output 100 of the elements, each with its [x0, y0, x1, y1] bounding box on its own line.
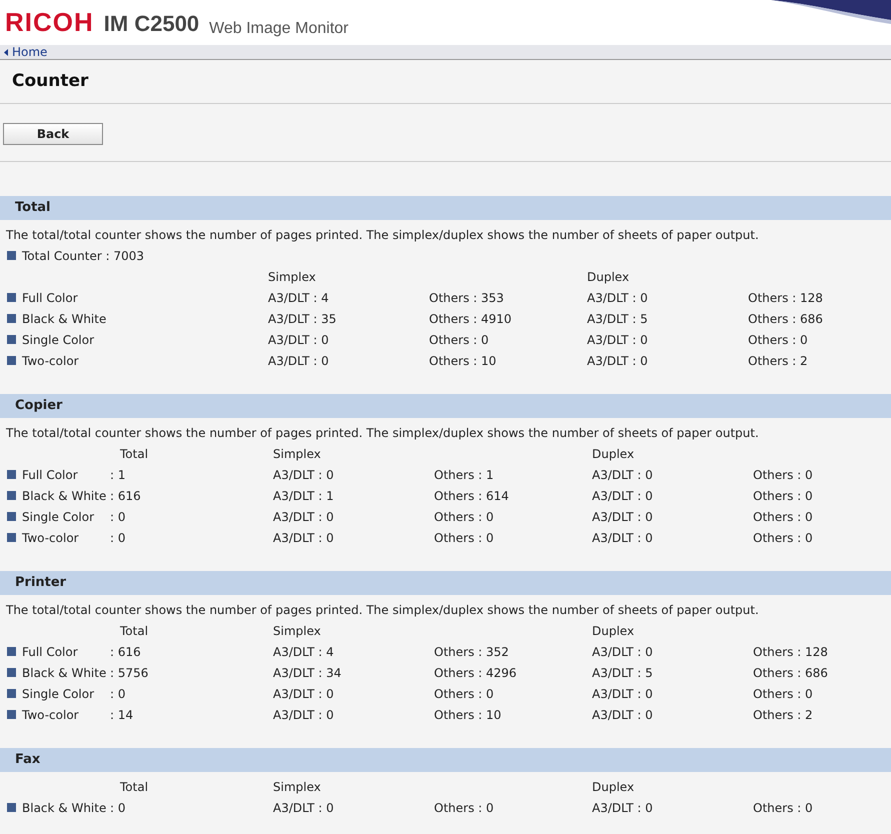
- table-cell: A3/DLT : 0: [273, 468, 334, 482]
- table-cell: A3/DLT : 0: [268, 354, 329, 368]
- bullet-icon: [7, 533, 16, 542]
- table-cell: A3/DLT : 0: [592, 488, 653, 502]
- bullet-icon: [7, 647, 16, 656]
- table-cell: Others : 0: [753, 686, 813, 700]
- table-cell-text: : 0: [110, 800, 126, 816]
- row-label: Black & White: [22, 310, 106, 328]
- table-cell: A3/DLT : 0: [592, 530, 653, 544]
- table-cell: Others : 352: [434, 644, 509, 658]
- row-label: Two-color: [22, 706, 79, 724]
- description-text: The total/total counter shows the number of pages printed. The simplex/duplex shows the number of sheets of paper output.: [5, 424, 760, 442]
- table-cell: Others : 0: [753, 510, 813, 524]
- table-cell: Others : 686: [748, 312, 823, 326]
- table-cell: A3/DLT : 0: [273, 530, 334, 544]
- column-header: Duplex: [592, 446, 636, 462]
- bullet-icon: [7, 491, 16, 500]
- table-cell-text: : 1: [110, 466, 126, 484]
- table-cell: Others : 2: [753, 708, 813, 722]
- table-cell: Others : 0: [753, 488, 813, 502]
- table-cell: A3/DLT : 0: [587, 290, 648, 304]
- column-header: Simplex: [273, 622, 322, 640]
- table-cell: A3/DLT : 1: [273, 488, 334, 502]
- section-header: Copier: [0, 394, 891, 418]
- table-cell: A3/DLT : 0: [273, 708, 334, 722]
- table-cell: Others : 353: [429, 290, 504, 304]
- table-cell: A3/DLT : 0: [587, 354, 648, 368]
- table-cell-text: : 0: [110, 530, 126, 546]
- table-cell-text: : 616: [110, 644, 142, 660]
- table-cell: A3/DLT : 0: [592, 708, 653, 722]
- brand-logo: RICOH: [5, 9, 94, 35]
- bullet-icon: [7, 512, 16, 521]
- column-header: Simplex: [268, 268, 317, 286]
- back-button[interactable]: Back: [3, 122, 103, 144]
- home-link[interactable]: Home: [4, 46, 48, 58]
- row-label: Full Color: [22, 466, 78, 484]
- table-cell: Others : 128: [748, 290, 823, 304]
- row-label: Black & White: [22, 664, 106, 682]
- row-label: Two-color: [22, 352, 79, 370]
- table-cell: Others : 614: [434, 488, 509, 502]
- bullet-icon: [7, 710, 16, 719]
- column-header: Total: [120, 624, 148, 638]
- row-label: Single Color: [22, 686, 94, 702]
- page-title: Counter: [12, 70, 88, 93]
- table-cell: A3/DLT : 34: [273, 666, 342, 680]
- column-header: Simplex: [273, 446, 322, 462]
- table-cell-text: : 616: [110, 488, 142, 504]
- table-cell: Others : 10: [434, 708, 502, 722]
- bullet-icon: [7, 803, 16, 812]
- table-cell: A3/DLT : 0: [592, 644, 653, 658]
- table-cell-text: : 5756: [110, 664, 150, 682]
- description-text: The total/total counter shows the number of pages printed. The simplex/duplex shows the number of sheets of paper output.: [5, 226, 760, 244]
- row-label: Full Color: [22, 290, 78, 306]
- table-cell: Others : 0: [753, 530, 813, 544]
- section-header: Fax: [0, 748, 891, 772]
- table-cell: Others : 10: [429, 354, 496, 368]
- table-cell: A3/DLT : 4: [273, 644, 334, 658]
- table-cell: A3/DLT : 0: [592, 800, 653, 814]
- table-cell: Others : 0: [434, 530, 494, 544]
- row-label: Full Color: [22, 644, 78, 660]
- table-cell: Others : 128: [753, 644, 828, 658]
- table-cell: Others : 1: [434, 468, 494, 482]
- table-cell: A3/DLT : 0: [592, 510, 653, 524]
- column-header: Total: [120, 446, 148, 460]
- table-cell-text: : 14: [110, 706, 134, 724]
- column-header: Total: [120, 780, 148, 794]
- section-header: Total: [0, 196, 891, 220]
- table-cell: A3/DLT : 0: [592, 468, 653, 482]
- table-cell: Others : 4296: [434, 666, 517, 680]
- bullet-icon: [7, 689, 16, 698]
- table-cell: Others : 0: [434, 510, 494, 524]
- table-cell: Others : 0: [753, 468, 813, 482]
- table-cell: A3/DLT : 5: [587, 312, 648, 326]
- caret-icon: [4, 48, 8, 56]
- table-cell: A3/DLT : 0: [273, 800, 334, 814]
- table-cell: Others : 686: [753, 666, 828, 680]
- table-cell: A3/DLT : 0: [592, 686, 653, 700]
- product-name: Web Image Monitor: [209, 21, 348, 37]
- bullet-icon: [7, 470, 16, 479]
- bullet-icon: [7, 293, 16, 302]
- total-counter: Total Counter : 7003: [22, 248, 144, 264]
- table-cell: A3/DLT : 0: [273, 686, 334, 700]
- bullet-icon: [7, 251, 16, 260]
- column-header: Duplex: [592, 778, 636, 796]
- table-cell-text: : 0: [110, 508, 126, 526]
- table-cell: Others : 0: [429, 332, 489, 346]
- row-label: Single Color: [22, 332, 94, 348]
- table-cell-text: : 0: [110, 686, 126, 702]
- table-cell: A3/DLT : 4: [268, 290, 329, 304]
- row-label: Black & White: [22, 800, 106, 816]
- row-label: Single Color: [22, 508, 94, 526]
- table-cell: Others : 4910: [429, 312, 512, 326]
- row-label: Two-color: [22, 530, 79, 546]
- row-label: Black & White: [22, 488, 106, 504]
- bullet-icon: [7, 314, 16, 323]
- column-header: Duplex: [587, 268, 630, 286]
- table-cell: A3/DLT : 0: [273, 510, 334, 524]
- bullet-icon: [7, 668, 16, 677]
- column-header: Simplex: [273, 778, 322, 796]
- table-cell: A3/DLT : 35: [268, 312, 336, 326]
